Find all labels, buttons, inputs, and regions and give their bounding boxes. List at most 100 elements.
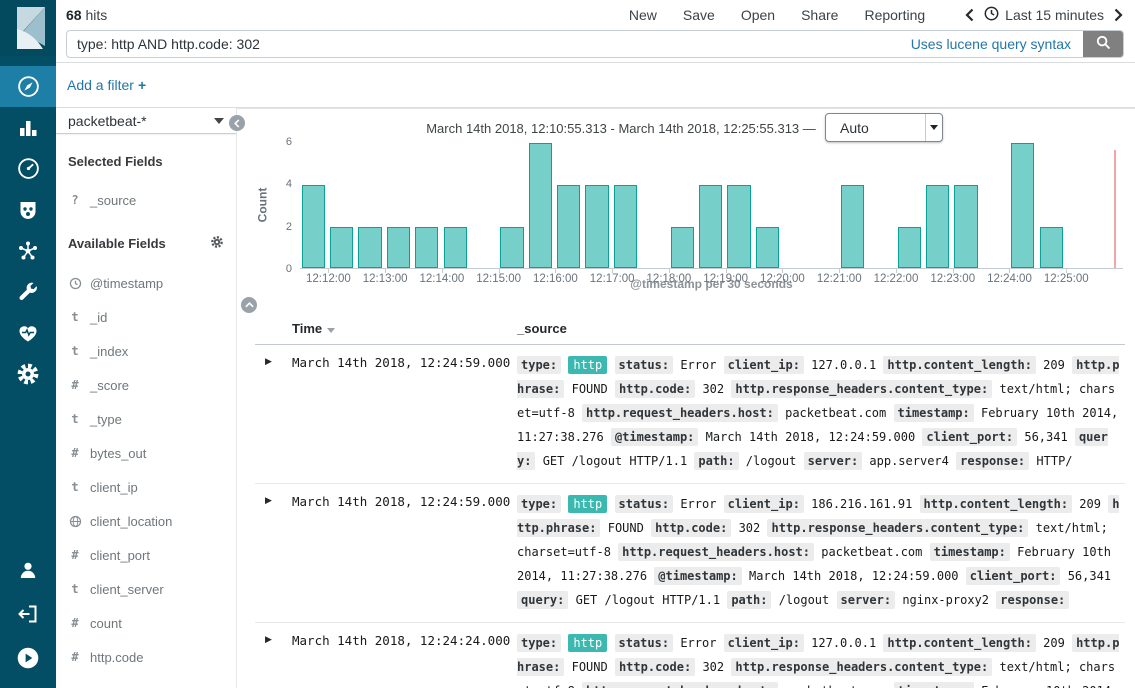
source-field-key: path: bbox=[694, 452, 738, 470]
table-header: Time _source bbox=[255, 313, 1125, 345]
field-item-client_port[interactable]: #client_port bbox=[68, 538, 224, 572]
time-back-icon[interactable] bbox=[965, 8, 974, 22]
kibana-logo[interactable] bbox=[0, 0, 56, 56]
source-field-value-highlighted: http bbox=[568, 495, 607, 513]
field-item-_score[interactable]: #_score bbox=[68, 368, 224, 402]
histogram-bar[interactable] bbox=[415, 227, 438, 268]
search-row: Uses lucene query syntax bbox=[56, 30, 1135, 62]
histogram-bar[interactable] bbox=[1011, 143, 1034, 268]
histogram-bar[interactable] bbox=[358, 227, 381, 268]
nav-item-discover[interactable] bbox=[0, 66, 56, 107]
y-axis: Count 0246 bbox=[243, 142, 300, 269]
histogram-bar[interactable] bbox=[387, 227, 410, 268]
field-item-count[interactable]: #count bbox=[68, 606, 224, 640]
nav-item-dev-tools[interactable] bbox=[0, 271, 56, 312]
x-tick-label: 12:16:00 bbox=[533, 273, 578, 285]
histogram-bar[interactable] bbox=[841, 185, 864, 268]
source-field-key: type: bbox=[517, 495, 561, 513]
source-field-key: type: bbox=[517, 356, 561, 374]
search-input[interactable] bbox=[67, 36, 899, 52]
field-item-_id[interactable]: t_id bbox=[68, 300, 224, 334]
nav-item-dashboard[interactable] bbox=[0, 148, 56, 189]
source-field-value: FOUND bbox=[608, 521, 644, 535]
globe-icon bbox=[68, 515, 82, 528]
field-type-number-icon: # bbox=[68, 650, 82, 664]
menu-share[interactable]: Share bbox=[801, 7, 838, 23]
field-item-_source[interactable]: ?_source bbox=[68, 183, 224, 217]
histogram-bar[interactable] bbox=[1040, 227, 1063, 268]
source-field-key: @timestamp: bbox=[611, 428, 698, 446]
logout-icon bbox=[16, 602, 40, 626]
nav-item-account[interactable] bbox=[0, 548, 56, 592]
nav-item-visualize[interactable] bbox=[0, 107, 56, 148]
histogram-plot bbox=[300, 142, 1123, 269]
field-settings-gear-icon[interactable] bbox=[210, 235, 224, 252]
histogram-bar[interactable] bbox=[529, 143, 552, 268]
graph-icon bbox=[16, 239, 40, 263]
menu-save[interactable]: Save bbox=[683, 7, 715, 23]
histogram-bar[interactable] bbox=[699, 185, 722, 268]
histogram-bar[interactable] bbox=[614, 185, 637, 268]
search-button[interactable] bbox=[1083, 30, 1123, 58]
nav-item-monitoring[interactable] bbox=[0, 312, 56, 353]
field-item-bytes_out[interactable]: #bytes_out bbox=[68, 436, 224, 470]
menu-reporting[interactable]: Reporting bbox=[864, 7, 925, 23]
field-item-client_server[interactable]: tclient_server bbox=[68, 572, 224, 606]
filter-bar: Add a filter+ bbox=[56, 62, 1135, 108]
source-field-key: http.response_headers.content_type: bbox=[731, 658, 992, 676]
kibana-app: 68 hits New Save Open Share Reporting bbox=[0, 0, 1135, 688]
field-item-_index[interactable]: t_index bbox=[68, 334, 224, 368]
x-tick-label: 12:22:00 bbox=[874, 273, 919, 285]
expand-row-icon[interactable]: ▶ bbox=[255, 492, 292, 612]
field-item-client_location[interactable]: client_location bbox=[68, 504, 224, 538]
source-field-key: response: bbox=[956, 452, 1029, 470]
histogram-bar[interactable] bbox=[302, 185, 325, 268]
field-item-client_ip[interactable]: tclient_ip bbox=[68, 470, 224, 504]
nav-item-graph[interactable] bbox=[0, 230, 56, 271]
time-forward-icon[interactable] bbox=[1114, 8, 1123, 22]
histogram-bar[interactable] bbox=[756, 227, 779, 268]
nav-item-timelion[interactable] bbox=[0, 189, 56, 230]
global-nav bbox=[0, 0, 56, 688]
menu-new[interactable]: New bbox=[629, 7, 657, 23]
histogram-bar[interactable] bbox=[954, 185, 977, 268]
histogram-bar[interactable] bbox=[926, 185, 949, 268]
source-field-key: client_port: bbox=[922, 428, 1017, 446]
interval-select[interactable]: Auto bbox=[825, 113, 943, 142]
histogram-bar[interactable] bbox=[444, 227, 467, 268]
menu-open[interactable]: Open bbox=[741, 7, 775, 23]
nav-item-logout[interactable] bbox=[0, 592, 56, 636]
source-field-value: 209 bbox=[1079, 497, 1101, 511]
histogram-bar[interactable] bbox=[330, 227, 353, 268]
histogram-bar[interactable] bbox=[727, 185, 750, 268]
expand-row-icon[interactable]: ▶ bbox=[255, 631, 292, 688]
timepicker: Last 15 minutes bbox=[965, 6, 1123, 24]
histogram-bar[interactable] bbox=[500, 227, 523, 268]
field-item-@timestamp[interactable]: @timestamp bbox=[68, 266, 224, 300]
time-range-button[interactable]: Last 15 minutes bbox=[984, 6, 1104, 24]
histogram-bar[interactable] bbox=[585, 185, 608, 268]
lucene-syntax-link[interactable]: Uses lucene query syntax bbox=[899, 36, 1083, 52]
field-type-string-icon: t bbox=[68, 480, 82, 494]
source-field-value: March 14th 2018, 12:24:59.000 bbox=[706, 430, 916, 444]
histogram-bar[interactable] bbox=[671, 227, 694, 268]
add-filter-button[interactable]: Add a filter+ bbox=[67, 77, 146, 93]
histogram-bar[interactable] bbox=[898, 227, 921, 268]
visualize-icon bbox=[16, 116, 40, 140]
time-column-header[interactable]: Time bbox=[292, 321, 517, 336]
field-name: _source bbox=[90, 193, 136, 208]
source-field-key: timestamp: bbox=[894, 682, 974, 688]
nav-item-tour[interactable] bbox=[0, 636, 56, 680]
y-tick-label: 2 bbox=[286, 221, 292, 233]
nav-item-management[interactable] bbox=[0, 353, 56, 394]
source-field-key: http.code: bbox=[651, 519, 731, 537]
index-pattern-select[interactable]: packetbeat-* bbox=[56, 108, 236, 134]
expand-row-icon[interactable]: ▶ bbox=[255, 353, 292, 473]
field-name: client_location bbox=[90, 514, 172, 529]
collapse-sidebar-icon[interactable] bbox=[229, 115, 245, 131]
collapse-chart-icon[interactable] bbox=[241, 297, 257, 313]
field-item-http.code[interactable]: #http.code bbox=[68, 640, 224, 674]
source-field-value: FOUND bbox=[572, 660, 608, 674]
histogram-bar[interactable] bbox=[557, 185, 580, 268]
field-item-_type[interactable]: t_type bbox=[68, 402, 224, 436]
